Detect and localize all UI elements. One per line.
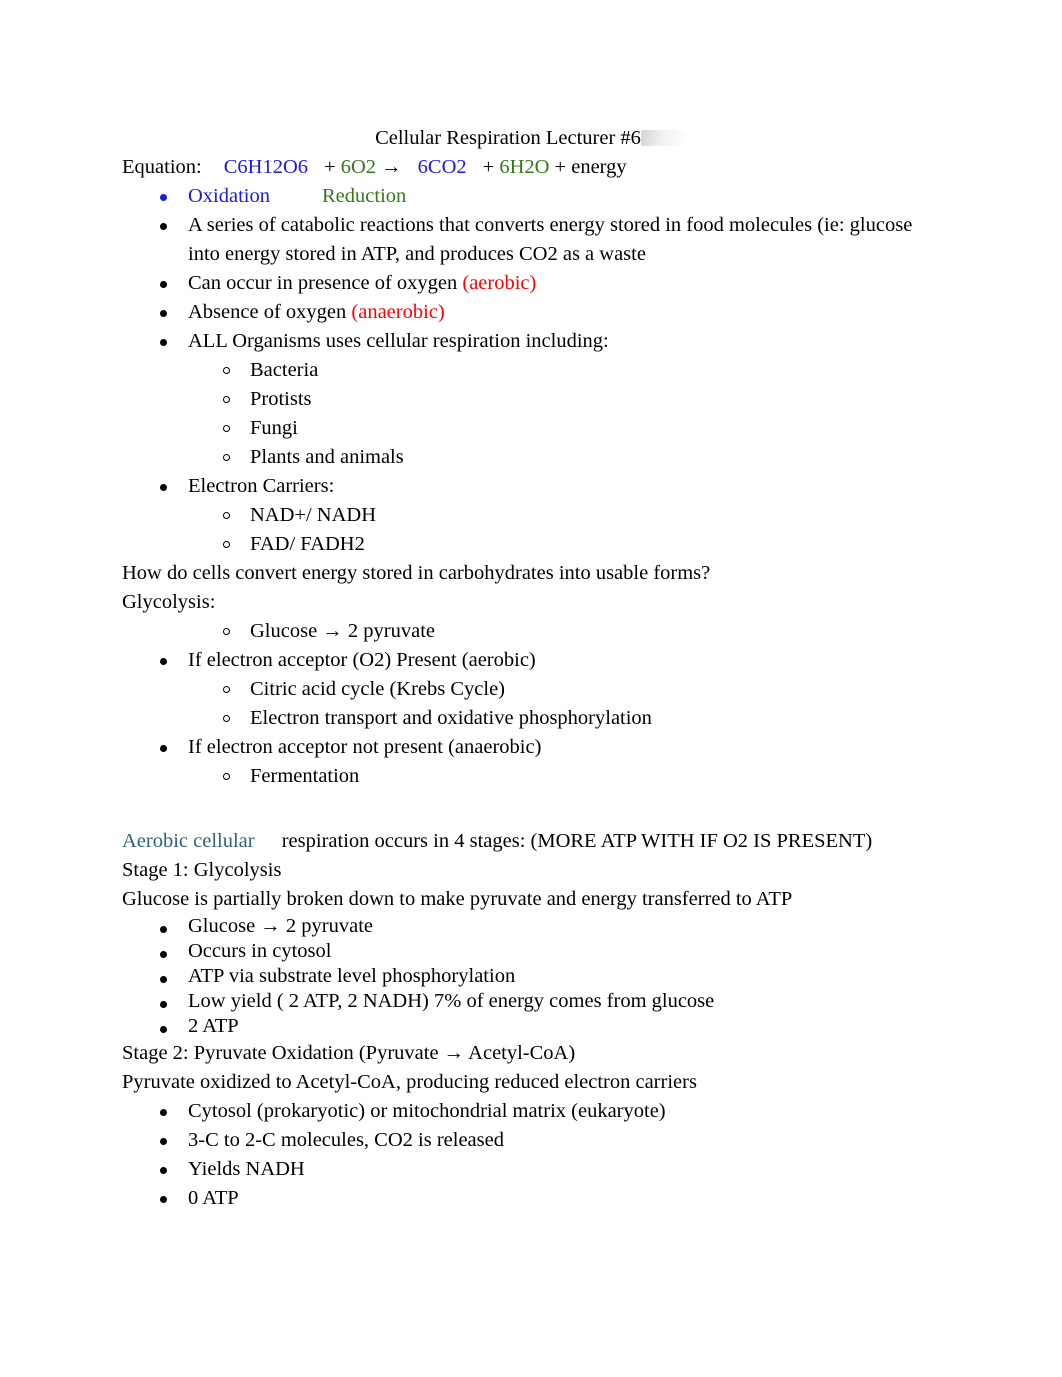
acceptor-present-sub-list: Citric acid cycle (Krebs Cycle) Electron… [122,675,940,733]
stage1-heading: Stage 1: Glycolysis [122,859,282,881]
aerobic-cellular-label: Aerobic cellular [122,830,255,852]
aerobic-heading-rest: respiration occurs in 4 stages: (MORE AT… [276,830,873,852]
equation-co2: 6CO2 [417,156,467,178]
stage1-description: Glucose is partially broken down to make… [122,888,793,910]
can-occur-text: Can occur in presence of oxygen [188,272,463,294]
equation-oxygen: 6O2 [340,156,377,178]
intro-bullet-list: A series of catabolic reactions that con… [122,211,940,356]
list-item: Plants and animals [122,443,940,472]
equation-arrow: → [381,156,402,178]
list-item: If electron acceptor not present (anaero… [122,733,940,762]
absence-text: Absence of oxygen [188,301,352,323]
stage2-description: Pyruvate oxidized to Acetyl-CoA, produci… [122,1071,697,1093]
equation-label: Equation: [122,156,202,178]
stage1-bullet-list: Glucose → 2 pyruvate Occurs in cytosol A… [122,914,940,1039]
document-body: Cellular Respiration Lecturer #6 Equatio… [122,124,940,1213]
list-item: Absence of oxygen (anaerobic) [122,298,940,327]
list-item: 2 ATP [122,1014,940,1039]
acceptor-absent-list: If electron acceptor not present (anaero… [122,733,940,762]
reduction-label: Reduction [322,185,407,207]
aerobic-heading-line: Aerobic cellular respiration occurs in 4… [122,827,940,856]
list-item: A series of catabolic reactions that con… [122,211,940,269]
list-item: ALL Organisms uses cellular respiration … [122,327,940,356]
stage2-heading: Stage 2: Pyruvate Oxidation (Pyruvate → … [122,1042,576,1064]
list-item: Protists [122,385,940,414]
list-item: Electron Carriers: [122,472,940,501]
oxidation-label: Oxidation [188,185,270,207]
equation-line: Equation: C6H12O6 + 6O2 → 6CO2 + 6H2O + ener… [122,153,940,182]
list-item: 3-C to 2-C molecules, CO2 is released [122,1126,940,1155]
list-item: ATP via substrate level phosphorylation [122,964,940,989]
anaerobic-tag: (anaerobic) [351,301,445,323]
list-item: Fungi [122,414,940,443]
list-item: Cytosol (prokaryotic) or mitochondrial m… [122,1097,940,1126]
catabolic-line-1: A series of catabolic reactions that con… [188,214,913,236]
equation-water: 6H2O [499,156,550,178]
list-item: Electron transport and oxidative phospho… [122,704,940,733]
list-item: Glucose → 2 pyruvate [122,914,940,939]
equation-glucose: C6H12O6 [223,156,309,178]
list-item: 0 ATP [122,1184,940,1213]
equation-energy: energy [571,156,627,178]
page-title-text: Cellular Respiration Lecturer #6 [375,127,641,149]
redox-item: Oxidation Reduction [122,182,940,211]
list-item: Occurs in cytosol [122,939,940,964]
aerobic-tag: (aerobic) [462,272,537,294]
list-item: Yields NADH [122,1155,940,1184]
list-item: Fermentation [122,762,940,791]
equation-plus-2: + [482,156,495,178]
equation-plus-3: + [554,156,567,178]
acceptor-absent-sub-list: Fermentation [122,762,940,791]
electron-carriers-sub-list: NAD+/ NADH FAD/ FADH2 [122,501,940,559]
list-item: Glucose → 2 pyruvate [122,617,940,646]
acceptor-present-list: If electron acceptor (O2) Present (aerob… [122,646,940,675]
list-item: NAD+/ NADH [122,501,940,530]
equation-plus-1: + [324,156,336,178]
document-page: Cellular Respiration Lecturer #6 Equatio… [0,0,1062,1377]
stage2-bullet-list: Cytosol (prokaryotic) or mitochondrial m… [122,1097,940,1213]
electron-carriers-list: Electron Carriers: [122,472,940,501]
question-line: How do cells convert energy stored in ca… [122,562,711,584]
catabolic-line-2: into energy stored in ATP, and produces … [188,243,646,265]
list-item: FAD/ FADH2 [122,530,940,559]
organism-sub-list: Bacteria Protists Fungi Plants and anima… [122,356,940,472]
list-item: Citric acid cycle (Krebs Cycle) [122,675,940,704]
all-organisms-text: ALL Organisms uses cellular respiration … [188,330,609,352]
glycolysis-label: Glycolysis: [122,591,216,613]
list-item: Low yield ( 2 ATP, 2 NADH) 7% of energy … [122,989,940,1014]
glycolysis-sub-list: Glucose → 2 pyruvate [122,617,940,646]
page-title: Cellular Respiration Lecturer #6 [122,124,940,153]
list-item: If electron acceptor (O2) Present (aerob… [122,646,940,675]
list-item: Can occur in presence of oxygen (aerobic… [122,269,940,298]
title-highlight-artifact [640,130,687,146]
list-item: Bacteria [122,356,940,385]
redox-list: Oxidation Reduction [122,182,940,211]
